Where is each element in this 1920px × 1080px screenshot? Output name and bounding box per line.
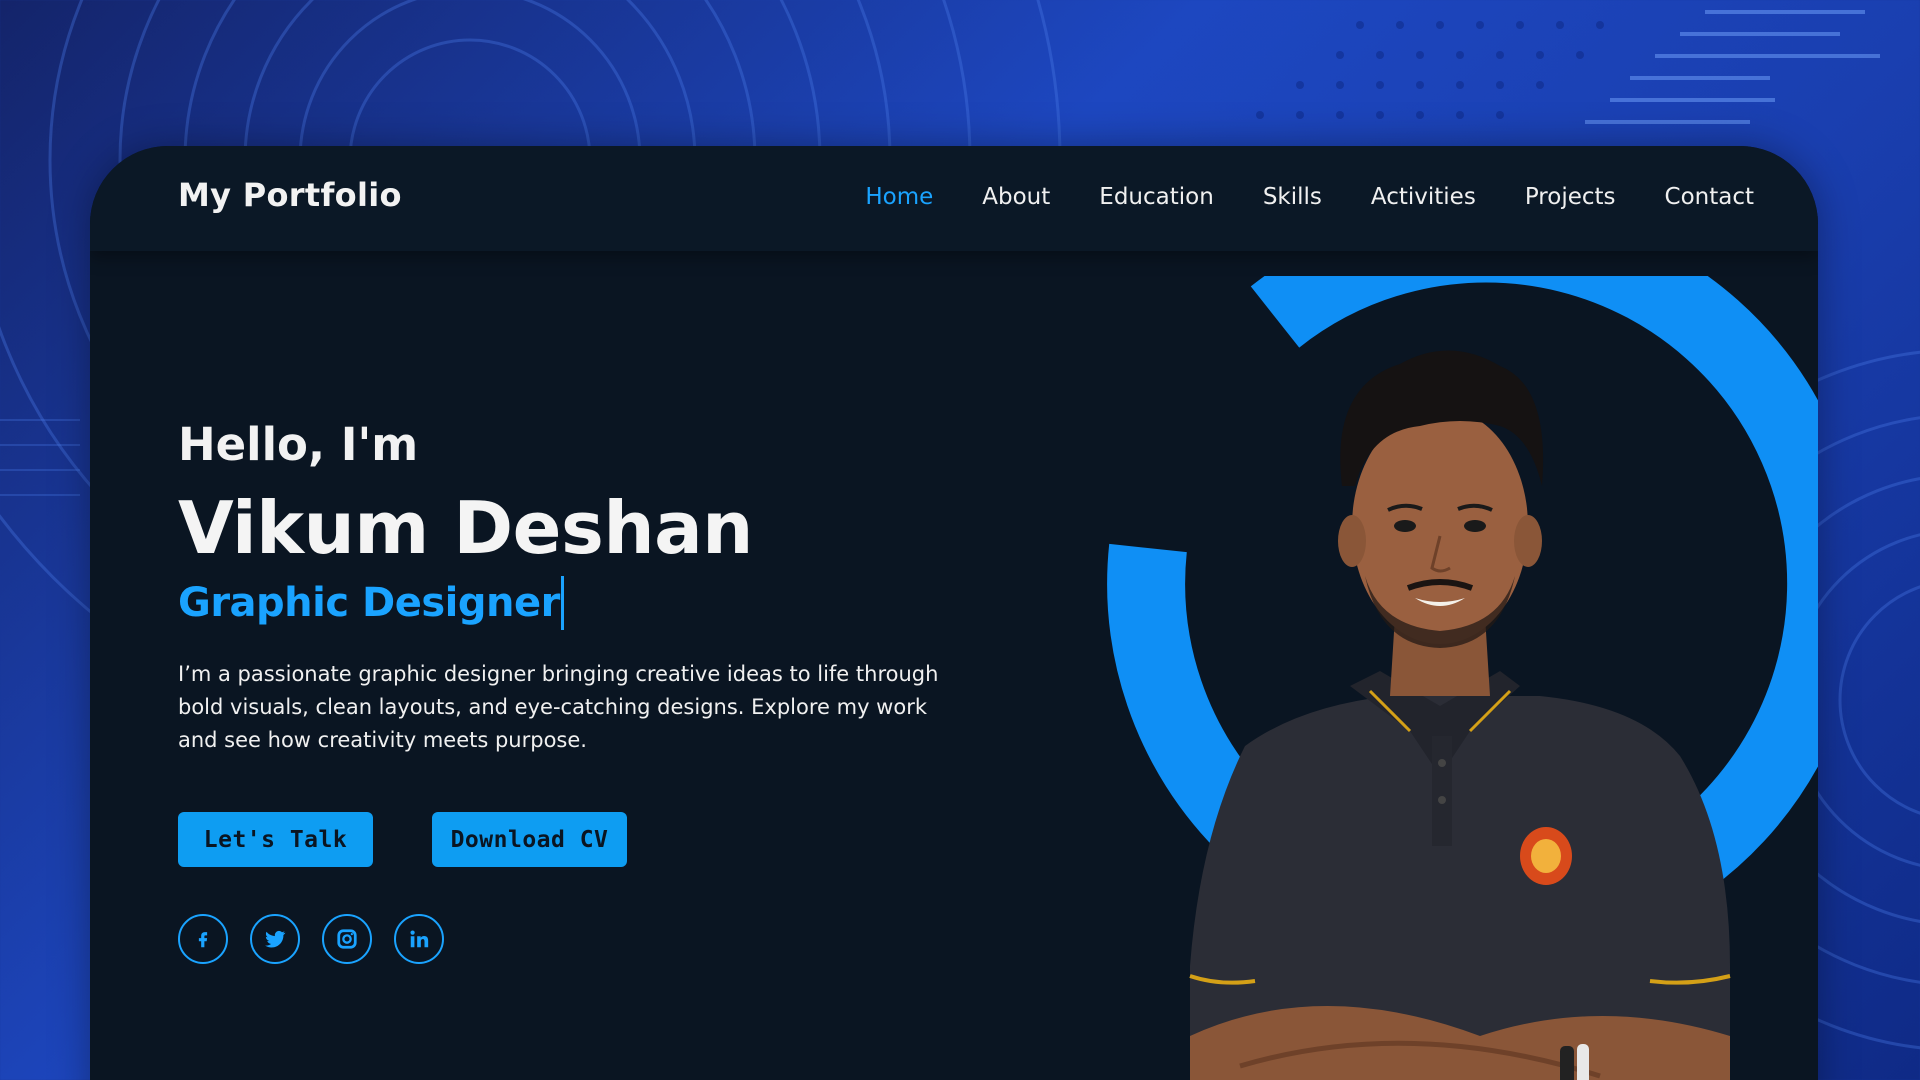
hero-role-wrap: Graphic Designer [178,576,564,630]
bio-line: I’m a passionate graphic designer bringi… [178,662,939,686]
download-cv-button[interactable]: Download CV [432,812,627,867]
nav-links: Home About Education Skills Activities P… [865,184,1754,210]
hero-bio: I’m a passionate graphic designer bringi… [178,658,958,757]
hero-name: Vikum Deshan [178,486,753,570]
instagram-link[interactable] [322,914,372,964]
facebook-icon [198,932,208,948]
hero-role: Graphic Designer [178,580,560,626]
nav-item-education[interactable]: Education [1099,184,1214,210]
bio-line: and see how creativity meets purpose. [178,728,587,752]
navbar: My Portfolio Home About Education Skills… [90,146,1818,251]
nav-item-home[interactable]: Home [865,184,933,210]
nav-item-about[interactable]: About [982,184,1050,210]
twitter-link[interactable] [250,914,300,964]
linkedin-icon [410,930,429,948]
linkedin-link[interactable] [394,914,444,964]
brand-title[interactable]: My Portfolio [178,176,402,214]
nav-item-projects[interactable]: Projects [1525,184,1616,210]
nav-item-activities[interactable]: Activities [1371,184,1476,210]
hero-greeting: Hello, I'm [178,418,419,471]
facebook-link[interactable] [178,914,228,964]
typing-caret [560,576,564,630]
lets-talk-button[interactable]: Let's Talk [178,812,373,867]
social-links [178,914,444,964]
portrait-illustration [1107,276,1818,1080]
nav-item-contact[interactable]: Contact [1665,184,1754,210]
twitter-icon [265,930,286,948]
instagram-icon [337,929,357,949]
portfolio-card: My Portfolio Home About Education Skills… [90,146,1818,1080]
bio-line: bold visuals, clean layouts, and eye-cat… [178,695,927,719]
nav-item-skills[interactable]: Skills [1263,184,1322,210]
